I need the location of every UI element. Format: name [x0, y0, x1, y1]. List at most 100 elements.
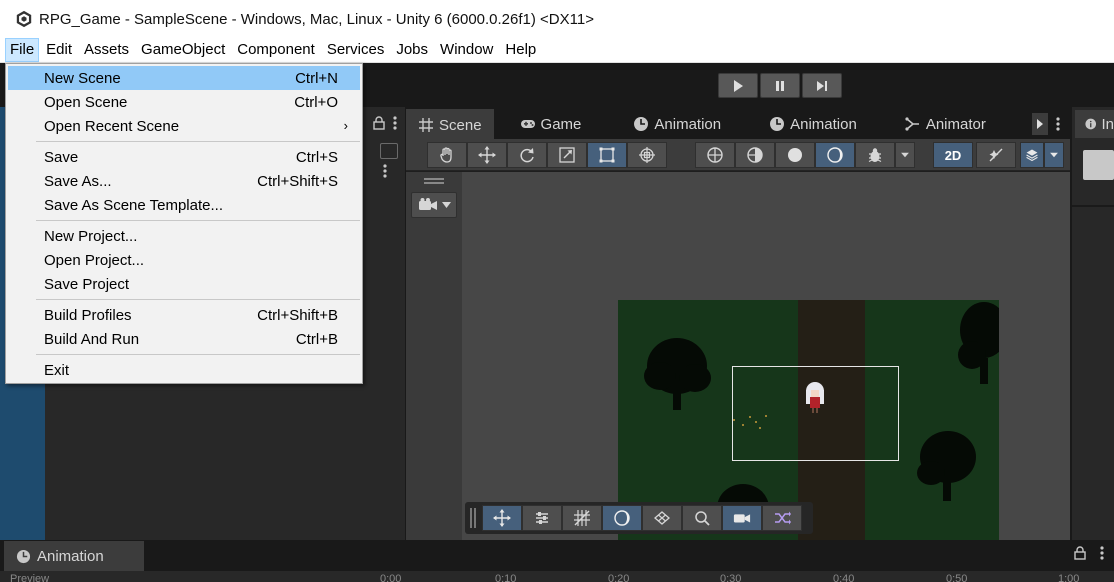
rotate-tool-button[interactable] — [507, 142, 547, 168]
move-tool-button[interactable] — [467, 142, 507, 168]
menu-item-new-project[interactable]: New Project... — [8, 224, 360, 248]
menu-item-exit[interactable]: Exit — [8, 358, 360, 382]
more-options-icon[interactable] — [383, 164, 387, 178]
menu-item-save-project[interactable]: Save Project — [8, 272, 360, 296]
gizmo-global-button[interactable] — [695, 142, 735, 168]
timeline-tick: 0:10 — [495, 573, 517, 582]
overlay-drag-handle[interactable] — [470, 508, 476, 528]
tab-animation-2[interactable]: Animation — [757, 109, 869, 139]
timeline-tick: 0:50 — [946, 573, 968, 582]
play-button[interactable] — [718, 73, 758, 98]
camera-bounds-rect — [732, 366, 899, 461]
tile-grid-icon — [654, 511, 670, 525]
layers-button[interactable] — [1020, 142, 1044, 168]
expand-icon[interactable] — [380, 143, 398, 159]
menu-item-label: Save Project — [44, 275, 130, 293]
timeline-tick: 1:00 — [1058, 573, 1080, 582]
lighting-toggle-button[interactable] — [815, 142, 855, 168]
menu-item-label: Build Profiles — [44, 306, 132, 324]
2d-toggle-button[interactable]: 2D — [933, 142, 973, 168]
menu-window[interactable]: Window — [435, 38, 498, 62]
tab-animation[interactable]: Animation — [621, 109, 733, 139]
tab-animation-bottom[interactable]: Animation — [4, 541, 144, 571]
hand-tool-button[interactable] — [427, 142, 467, 168]
gizmos-dropdown[interactable] — [895, 142, 915, 168]
overlay-tilemap-button[interactable] — [642, 505, 682, 531]
shaded-sphere-icon — [788, 148, 802, 162]
info-icon — [1085, 118, 1097, 130]
scale-tool-button[interactable] — [547, 142, 587, 168]
timeline-tick: 0:00 — [380, 573, 402, 582]
folder-icon — [1083, 150, 1114, 180]
menu-item-build-and-run[interactable]: Build And Run Ctrl+B — [8, 327, 360, 351]
menu-assets[interactable]: Assets — [79, 38, 134, 62]
scene-lighting-button[interactable] — [735, 142, 775, 168]
tab-label: Animation — [37, 547, 104, 565]
menu-item-label: New Scene — [44, 69, 121, 87]
menu-component[interactable]: Component — [232, 38, 320, 62]
menu-separator — [36, 299, 360, 300]
overlay-move-button[interactable] — [482, 505, 522, 531]
menu-item-label: Save As Scene Template... — [44, 196, 223, 214]
pause-icon — [776, 80, 784, 91]
tab-scene[interactable]: Scene — [406, 109, 494, 139]
rect-tool-button[interactable] — [587, 142, 627, 168]
layers-icon — [1026, 149, 1038, 162]
overlay-lighting-button[interactable] — [602, 505, 642, 531]
lock-icon[interactable] — [373, 116, 385, 130]
menu-services[interactable]: Services — [322, 38, 390, 62]
menu-item-build-profiles[interactable]: Build Profiles Ctrl+Shift+B — [8, 303, 360, 327]
unity-editor-window: RPG_Game - SampleScene - Windows, Mac, L… — [0, 0, 1114, 582]
overlay-settings-button[interactable] — [522, 505, 562, 531]
transform-all-icon — [639, 147, 655, 163]
tab-label: Animation — [654, 115, 722, 133]
2d-toggle-group: 2D — [933, 142, 973, 168]
menu-item-shortcut: Ctrl+Shift+B — [257, 306, 338, 324]
menu-item-open-scene[interactable]: Open Scene Ctrl+O — [8, 90, 360, 114]
menu-item-open-recent-scene[interactable]: Open Recent Scene › — [8, 114, 360, 138]
more-options-icon[interactable] — [1100, 546, 1104, 560]
animation-panel-controls — [1074, 546, 1104, 560]
tab-animator[interactable]: Animator — [893, 109, 998, 139]
rotate-icon — [520, 148, 534, 163]
gizmos-button[interactable] — [855, 142, 895, 168]
tab-inspector[interactable]: In — [1075, 110, 1114, 138]
unity-logo-icon — [16, 10, 32, 28]
menu-item-shortcut: Ctrl+S — [295, 148, 338, 166]
overlay-drag-handle[interactable] — [424, 178, 444, 184]
more-options-icon[interactable] — [393, 116, 397, 130]
menu-gameobject[interactable]: GameObject — [136, 38, 230, 62]
overlay-grid-button[interactable] — [562, 505, 602, 531]
menu-jobs[interactable]: Jobs — [391, 38, 433, 62]
menu-item-save-as[interactable]: Save As... Ctrl+Shift+S — [8, 169, 360, 193]
effects-toggle-button[interactable] — [976, 142, 1016, 168]
transform-tool-button[interactable] — [627, 142, 667, 168]
menu-file[interactable]: File — [5, 38, 40, 62]
scene-camera-dropdown[interactable] — [411, 192, 457, 218]
layers-dropdown[interactable] — [1044, 142, 1064, 168]
tree-image — [917, 431, 976, 501]
layers-group — [1020, 142, 1064, 168]
menu-item-save[interactable]: Save Ctrl+S — [8, 145, 360, 169]
menu-edit[interactable]: Edit — [41, 38, 77, 62]
preview-label[interactable]: Preview — [10, 573, 49, 582]
menu-item-label: Save — [44, 148, 79, 166]
menu-item-open-project[interactable]: Open Project... — [8, 248, 360, 272]
shading-mode-button[interactable] — [775, 142, 815, 168]
step-button[interactable] — [802, 73, 842, 98]
overlay-camera-button[interactable] — [722, 505, 762, 531]
menu-help[interactable]: Help — [500, 38, 541, 62]
pause-button[interactable] — [760, 73, 800, 98]
scene-toolbar: 2D — [406, 139, 1070, 171]
menu-item-new-scene[interactable]: New Scene Ctrl+N — [8, 66, 360, 90]
overlay-shuffle-button[interactable] — [762, 505, 802, 531]
tab-scroll-button[interactable] — [1032, 113, 1048, 135]
more-options-icon[interactable] — [1056, 117, 1060, 131]
menu-item-save-as-scene-template[interactable]: Save As Scene Template... — [8, 193, 360, 217]
sliders-icon — [536, 512, 548, 524]
transform-tools — [427, 142, 667, 168]
tab-game[interactable]: Game — [508, 109, 594, 139]
title-bar: RPG_Game - SampleScene - Windows, Mac, L… — [0, 0, 1114, 38]
overlay-search-button[interactable] — [682, 505, 722, 531]
lock-icon[interactable] — [1074, 546, 1086, 560]
